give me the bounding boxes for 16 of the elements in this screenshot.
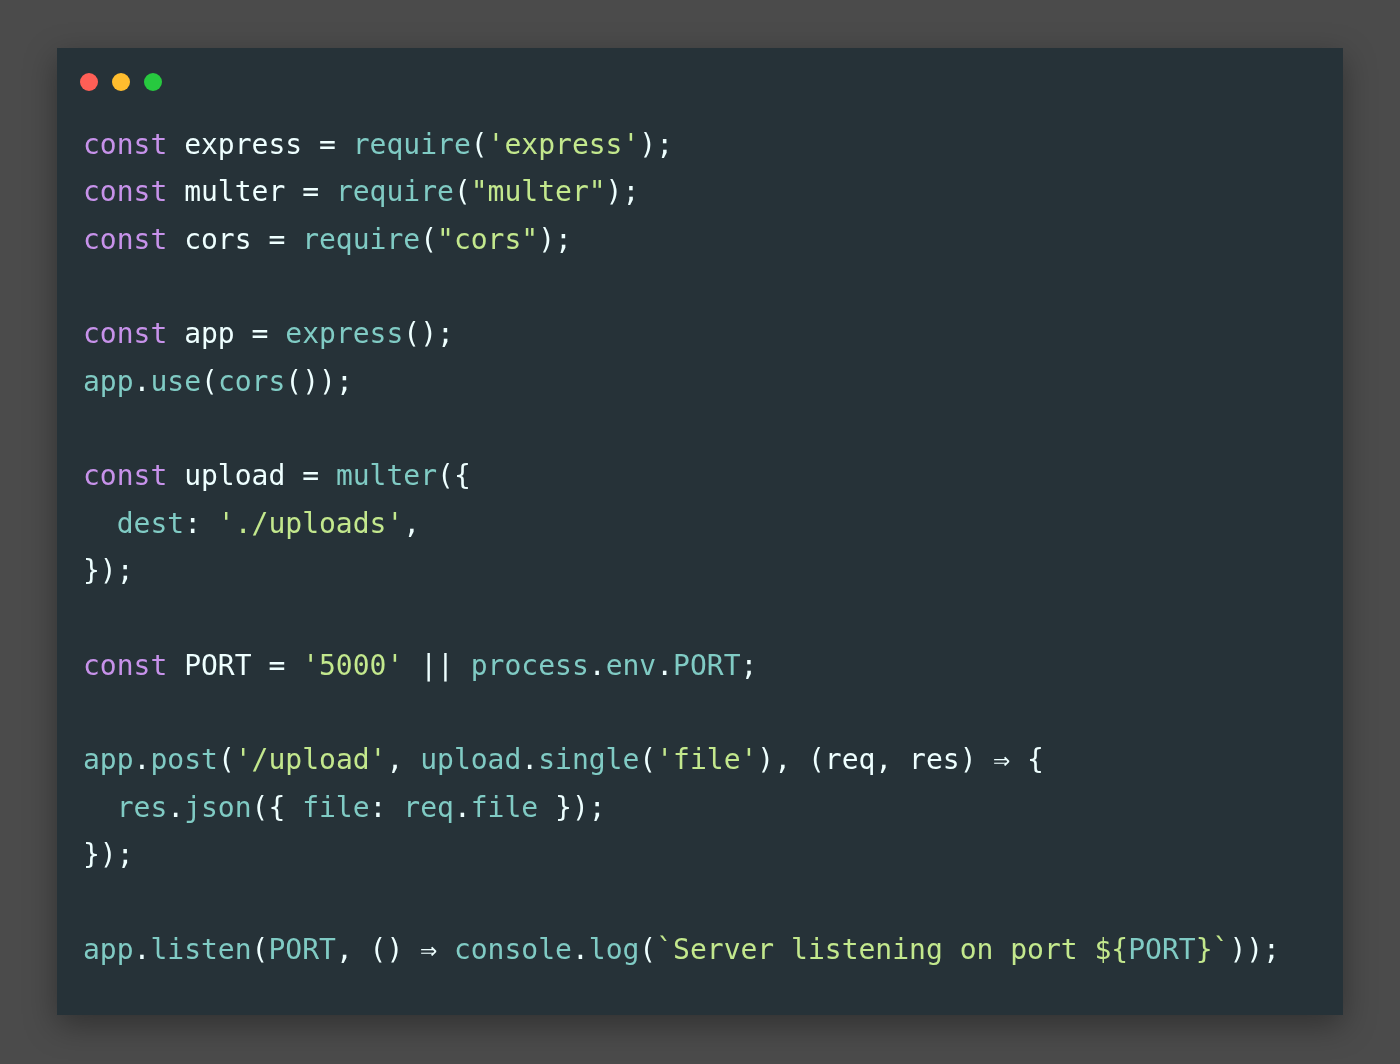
window-control-dot[interactable] <box>112 73 130 91</box>
code-line: const upload = multer({ <box>83 458 471 495</box>
code-line: app.listen(PORT, () ⇒ console.log(`Server listening on port ${PORT}`)); <box>83 931 1280 968</box>
code-line: app.use(cors()); <box>83 363 353 400</box>
code-line: const PORT = '5000' || process.env.PORT; <box>83 647 758 684</box>
window-control-dot[interactable] <box>144 73 162 91</box>
code-line: }); <box>83 553 134 590</box>
code-line: const cors = require("cors"); <box>83 221 572 258</box>
window-control-dot[interactable] <box>80 73 98 91</box>
code-line: app.post('/upload', upload.single('file'), (req, res) ⇒ { <box>83 742 1044 779</box>
code-line: }); <box>83 837 134 874</box>
code-line: res.json({ file: req.file }); <box>116 789 606 826</box>
code-line: const multer = require("multer"); <box>83 174 640 211</box>
code-line: const express = require('express'); <box>83 127 674 163</box>
code-line: const app = express(); <box>83 316 454 353</box>
code-line: dest: './uploads', <box>116 505 421 542</box>
